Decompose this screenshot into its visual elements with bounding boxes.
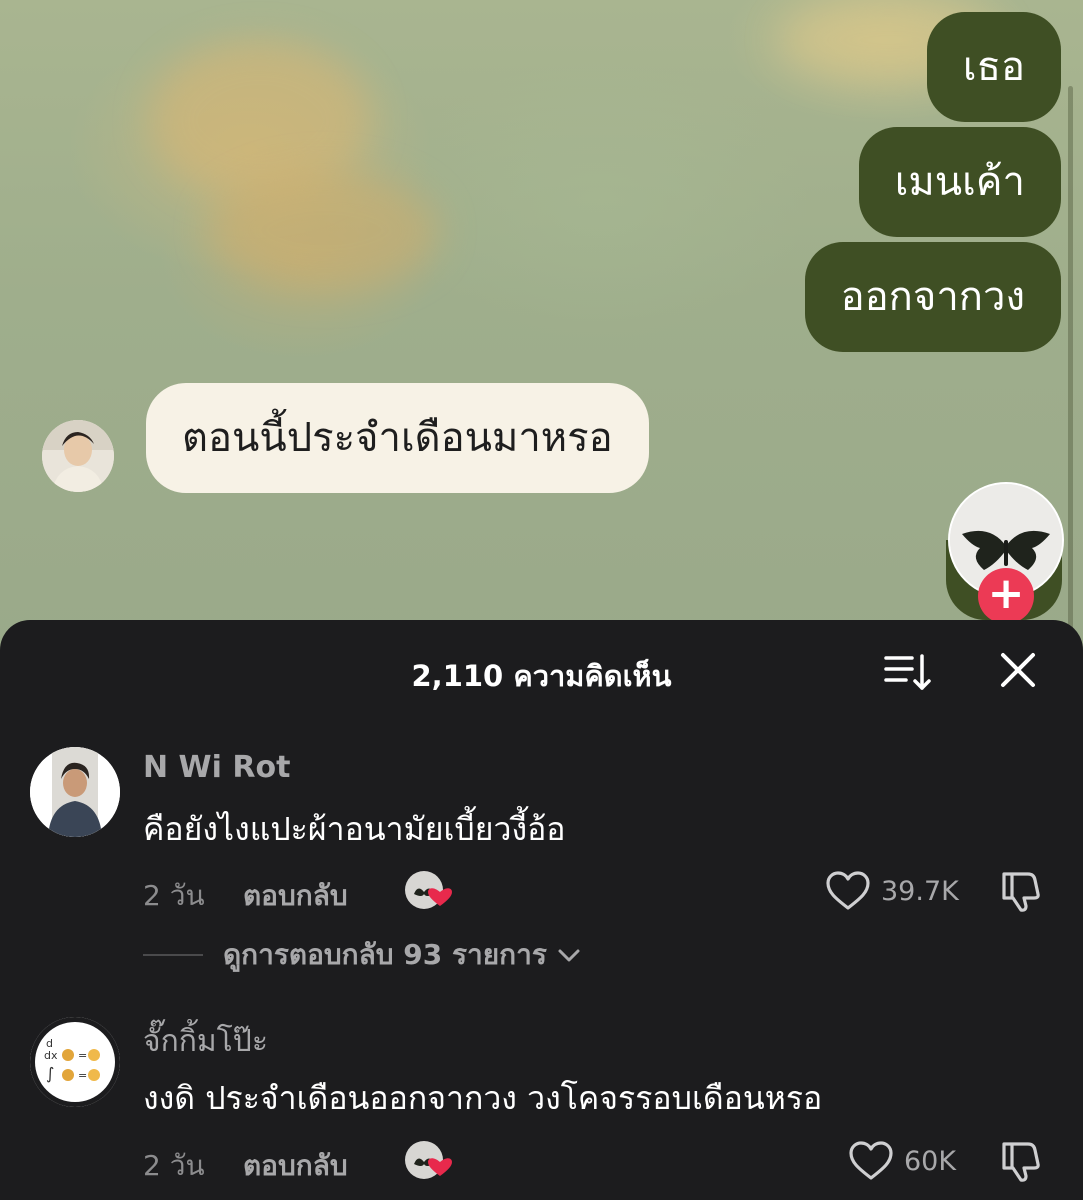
- chevron-down-icon: [558, 949, 580, 962]
- follow-button[interactable]: +: [978, 568, 1034, 624]
- creator-liked-badge: [404, 870, 452, 910]
- thumbs-down-icon: [1002, 1142, 1040, 1182]
- comment-username[interactable]: N Wi Rot: [143, 750, 290, 785]
- thumbs-down-icon: [1002, 872, 1040, 912]
- dislike-button[interactable]: [998, 868, 1044, 914]
- comment-text: งงดิ ประจำเดือนออกจากวง วงโคจรรอบเดือนหร…: [143, 1079, 823, 1117]
- like-count: 39.7K: [881, 876, 959, 907]
- sort-icon: [884, 654, 931, 690]
- comment-text: คือยังไงแปะผ้าอนามัยเบี้ยวงี้อ้อ: [143, 810, 566, 848]
- svg-text:dx: dx: [44, 1049, 58, 1062]
- chat-bubble-sent: ออกจากวง: [804, 242, 1061, 352]
- svg-text:=: =: [78, 1069, 87, 1082]
- app-screen: เธอ เมนเค้า ออกจากวง ตอนนี้ประจำเดือนมาห…: [0, 0, 1083, 1200]
- comments-sheet: 2,110 ความคิดเห็น N Wi Rot คือยังไงแปะผ้…: [0, 620, 1083, 1200]
- divider: [143, 954, 203, 956]
- chat-bubble-received: ตอนนี้ประจำเดือนมาหรอ: [146, 383, 649, 493]
- reply-button[interactable]: ตอบกลับ: [243, 1144, 348, 1188]
- scroll-indicator: [1068, 86, 1073, 646]
- view-replies-button[interactable]: ดูการตอบกลับ 93 รายการ: [143, 935, 583, 975]
- close-button[interactable]: [994, 646, 1042, 694]
- sort-button[interactable]: [882, 650, 932, 694]
- heart-icon: [826, 871, 870, 910]
- close-icon: [1001, 653, 1035, 687]
- video-player[interactable]: เธอ เมนเค้า ออกจากวง ตอนนี้ประจำเดือนมาห…: [0, 0, 1083, 660]
- view-replies-label: ดูการตอบกลับ 93 รายการ: [223, 938, 547, 971]
- commenter-avatar[interactable]: [30, 747, 120, 837]
- svg-text:∫: ∫: [46, 1064, 54, 1083]
- like-count: 60K: [904, 1146, 957, 1177]
- comment-username[interactable]: จั๊กกิ้มโป๊ะ: [143, 1018, 268, 1065]
- background-blur: [210, 170, 440, 290]
- like-button[interactable]: [825, 870, 871, 912]
- chat-bubble-sent: เมนเค้า: [858, 127, 1061, 237]
- dislike-button[interactable]: [998, 1138, 1044, 1184]
- reply-button[interactable]: ตอบกลับ: [243, 874, 348, 918]
- like-button[interactable]: [848, 1140, 894, 1182]
- commenter-avatar[interactable]: d dx ∫ = =: [30, 1017, 120, 1107]
- svg-text:=: =: [78, 1049, 87, 1062]
- comment-time: 2 วัน: [143, 879, 205, 912]
- sender-avatar: [42, 420, 114, 492]
- creator-liked-badge: [404, 1140, 452, 1180]
- creator-heart-icon: [405, 871, 452, 909]
- heart-icon: [849, 1141, 893, 1180]
- chat-bubble-sent: เธอ: [926, 12, 1061, 122]
- creator-heart-icon: [405, 1141, 452, 1179]
- comment-time: 2 วัน: [143, 1149, 205, 1182]
